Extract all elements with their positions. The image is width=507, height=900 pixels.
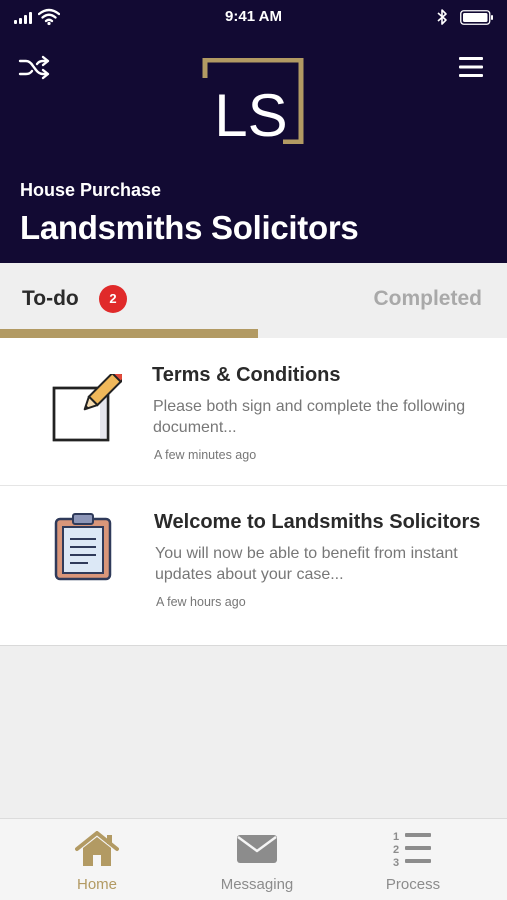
tabbar-label-messaging: Messaging [220,876,294,893]
svg-text:2: 2 [393,844,399,856]
svg-text:1: 1 [393,831,399,843]
clipboard-icon [54,513,112,581]
battery-icon [460,10,493,25]
logo-text: LS [214,82,287,144]
tabbar-item-messaging[interactable]: Messaging [197,819,317,900]
task-description: You will now be able to benefit from ins… [155,545,458,583]
bottom-tab-bar: Home Messaging 1 2 3 Process [0,818,507,900]
page-title: Landsmiths Solicitors [20,209,359,246]
segment-tabs: To-do 2 Completed [0,263,507,338]
task-card[interactable]: Welcome to Landsmiths Solicitors You wil… [0,487,507,635]
tab-completed-label: Completed [373,287,482,310]
app-header: 9:41 AM LS House Purchase Landsmiths Sol… [0,0,507,263]
tabbar-item-home[interactable]: Home [37,819,157,900]
numbered-list-icon: 1 2 3 [393,831,431,868]
status-bar: 9:41 AM [0,0,507,36]
firm-logo: LS [202,58,304,144]
edit-document-icon [52,374,122,442]
tabbar-label-process: Process [385,876,441,893]
svg-text:3: 3 [393,857,399,868]
case-type-label: House Purchase [20,180,162,200]
tab-todo[interactable]: To-do 2 [0,263,258,338]
task-description: Please both sign and complete the follow… [153,398,466,436]
task-timestamp: A few hours ago [156,595,246,609]
hamburger-menu-icon[interactable] [457,54,485,80]
tabbar-label-home: Home [76,876,117,893]
bluetooth-icon [437,9,447,25]
tab-completed[interactable]: Completed [258,263,507,338]
task-card[interactable]: Terms & Conditions Please both sign and … [0,338,507,486]
task-title: Terms & Conditions [152,364,341,386]
active-tab-indicator [0,329,258,338]
todo-count-badge: 2 [99,285,127,313]
envelope-icon [237,835,277,863]
shuffle-icon[interactable] [18,54,50,80]
task-title: Welcome to Landsmiths Solicitors [154,511,481,533]
task-list: Terms & Conditions Please both sign and … [0,338,507,646]
tab-todo-label: To-do [22,287,79,310]
home-icon [75,831,119,866]
task-timestamp: A few minutes ago [154,448,257,462]
status-time: 9:41 AM [225,8,282,25]
tabbar-item-process[interactable]: 1 2 3 Process [353,819,473,900]
